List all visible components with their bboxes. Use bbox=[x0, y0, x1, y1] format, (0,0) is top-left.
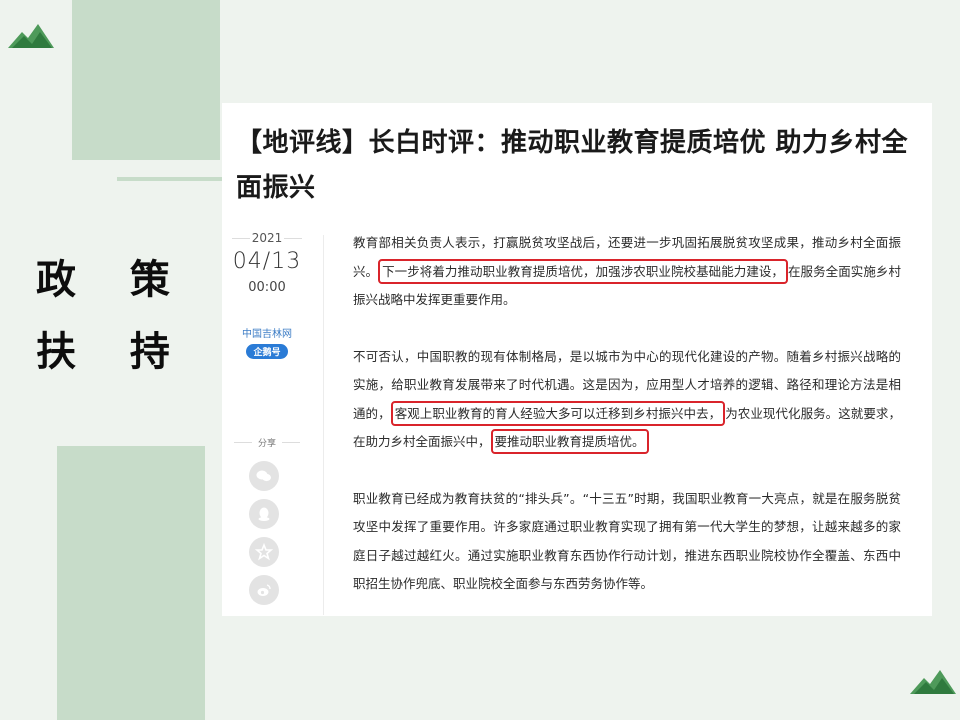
share-qzone-button[interactable] bbox=[249, 537, 279, 567]
decor-green-line bbox=[117, 177, 222, 181]
slide-side-title: 政 策 扶 持 bbox=[36, 244, 190, 388]
highlighted-text: 下一步将着力推动职业教育提质培优，加强涉农职业院校基础能力建设， bbox=[378, 258, 788, 284]
paragraph-1: 教育部相关负责人表示，打赢脱贫攻坚战后，还要进一步巩固拓展脱贫攻坚成果，推动乡村… bbox=[353, 229, 901, 315]
side-title-line-1: 政 策 bbox=[36, 256, 190, 303]
mountain-icon bbox=[8, 24, 54, 48]
wechat-icon bbox=[256, 470, 271, 482]
publish-year: 2021 bbox=[222, 231, 312, 245]
penguin-account-badge: 企鹅号 bbox=[246, 344, 288, 359]
qzone-star-icon bbox=[255, 543, 273, 561]
share-weibo-button[interactable] bbox=[249, 575, 279, 605]
meta-divider bbox=[323, 235, 324, 615]
side-title-line-2: 扶 持 bbox=[36, 328, 190, 375]
qq-icon bbox=[258, 507, 270, 521]
paragraph-3: 职业教育已经成为教育扶贫的“排头兵”。“十三五”时期，我国职业教育一大亮点，就是… bbox=[353, 485, 901, 599]
source-link[interactable]: 中国吉林网 bbox=[222, 325, 312, 340]
article-card: 【地评线】长白时评：推动职业教育提质培优 助力乡村全面振兴 2021 04/13… bbox=[222, 103, 932, 616]
highlighted-text: 客观上职业教育的育人经验大多可以迁移到乡村振兴中去， bbox=[390, 400, 726, 426]
highlighted-text: 要推动职业教育提质培优。 bbox=[490, 429, 649, 454]
publish-time: 00:00 bbox=[248, 280, 286, 295]
share-label: 分享 bbox=[222, 436, 312, 449]
mountain-icon bbox=[910, 670, 956, 694]
paragraph-2: 不可否认，中国职教的现有体制格局，是以城市为中心的现代化建设的产物。随着乡村振兴… bbox=[353, 343, 901, 457]
decor-green-block-top bbox=[72, 0, 220, 160]
paragraph-text: 职业教育已经成为教育扶贫的“排头兵”。“十三五”时期，我国职业教育一大亮点，就是… bbox=[353, 490, 901, 592]
article-headline: 【地评线】长白时评：推动职业教育提质培优 助力乡村全面振兴 bbox=[236, 128, 909, 203]
weibo-icon bbox=[257, 584, 271, 596]
publish-date: 04/13 bbox=[232, 249, 302, 274]
article-body: 教育部相关负责人表示，打赢脱贫攻坚战后，还要进一步巩固拓展脱贫攻坚成果，推动乡村… bbox=[353, 229, 901, 627]
share-wechat-button[interactable] bbox=[249, 461, 279, 491]
article-meta: 2021 04/13 00:00 中国吉林网 企鹅号 bbox=[222, 231, 312, 359]
decor-green-block-bottom bbox=[57, 446, 205, 720]
share-qq-button[interactable] bbox=[249, 499, 279, 529]
